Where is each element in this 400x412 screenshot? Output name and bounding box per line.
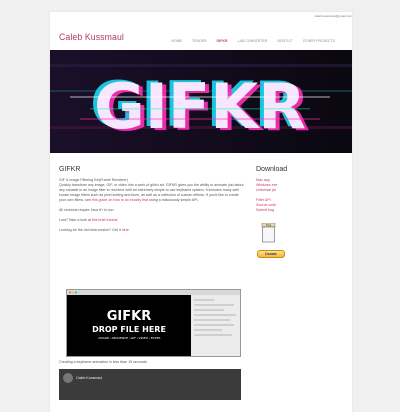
nav-bootlit[interactable]: Bootlit xyxy=(272,39,297,43)
intro-tail: using a ridiculously simple API. xyxy=(149,198,199,202)
app-screenshot: GIFKR DROP FILE HERE •IMAGE •SEQUENCE •G… xyxy=(66,289,241,357)
nav-gifkr[interactable]: GIFKR xyxy=(212,39,233,43)
screenshot-drop-text: DROP FILE HERE xyxy=(92,325,166,334)
avatar xyxy=(63,373,73,383)
java-requirement: All versions require Java 8+ to run. xyxy=(59,208,115,212)
main-nav: Home Tender GIFKR LAB Converter Bootlit … xyxy=(166,39,340,43)
nav-home[interactable]: Home xyxy=(166,39,187,43)
app-screenshot-image: GIFKR DROP FILE HERE •IMAGE •SEQUENCE •G… xyxy=(67,290,240,356)
site-title[interactable]: Caleb Kussmaul xyxy=(59,32,124,43)
download-title: Download xyxy=(256,166,288,173)
donate-button[interactable]: Donate xyxy=(257,250,285,258)
screenshot-gifkr-text: GIFKR xyxy=(107,309,151,324)
hero-text-main: GIFKR xyxy=(94,70,306,143)
tutorial-prefix: Lost? Take a look at xyxy=(59,218,91,222)
intro-paragraph: GIF & Image Filtering KeyFrame Renderer)… xyxy=(59,178,245,203)
filter-guide-link[interactable]: this guide on how to do exactly that xyxy=(92,198,148,202)
tutorial-link[interactable]: this brief tutorial xyxy=(92,218,117,222)
download-sidebar: Download Mac app Windows exe Universal j… xyxy=(256,166,336,213)
contact-email[interactable]: caleb.kussmaul@gmail.com xyxy=(315,14,352,18)
hero-glitch-art: GIFKR GIFKR GIFKR xyxy=(50,50,352,153)
video-title[interactable]: Caleb Kussmaul xyxy=(76,376,102,380)
nav-lab-converter[interactable]: LAB Converter xyxy=(233,39,273,43)
screenshot-caption: Creating a keyframe animation in less th… xyxy=(59,360,148,364)
intro-line1: GIF & Image Filtering KeyFrame Renderer) xyxy=(59,178,128,182)
tutorial-paragraph: Lost? Take a look at this brief tutorial… xyxy=(59,218,245,223)
page-title: GIFKR xyxy=(59,166,81,173)
beta-prefix: Looking for the old beta version? Get it xyxy=(59,228,121,232)
beta-link[interactable]: here xyxy=(122,228,129,232)
hero-banner: GIFKR GIFKR GIFKR xyxy=(50,50,352,153)
beta-suffix: . xyxy=(128,228,130,232)
submit-bug-link[interactable]: Submit bug xyxy=(256,208,336,213)
nav-other-projects[interactable]: Other Projects xyxy=(298,39,340,43)
main-content: GIFKR GIF & Image Filtering KeyFrame Ren… xyxy=(59,166,245,238)
screenshot-types-text: •IMAGE •SEQUENCE •GIF •VIDEO •FILTER xyxy=(98,336,161,340)
tip-jar-icon: Tips xyxy=(261,223,276,243)
tutorial-suffix: . xyxy=(117,218,119,222)
embedded-video[interactable]: Caleb Kussmaul xyxy=(59,369,241,400)
tip-label: Tips xyxy=(266,223,272,227)
nav-tender[interactable]: Tender xyxy=(187,39,212,43)
beta-paragraph: Looking for the old beta version? Get it… xyxy=(59,228,245,233)
